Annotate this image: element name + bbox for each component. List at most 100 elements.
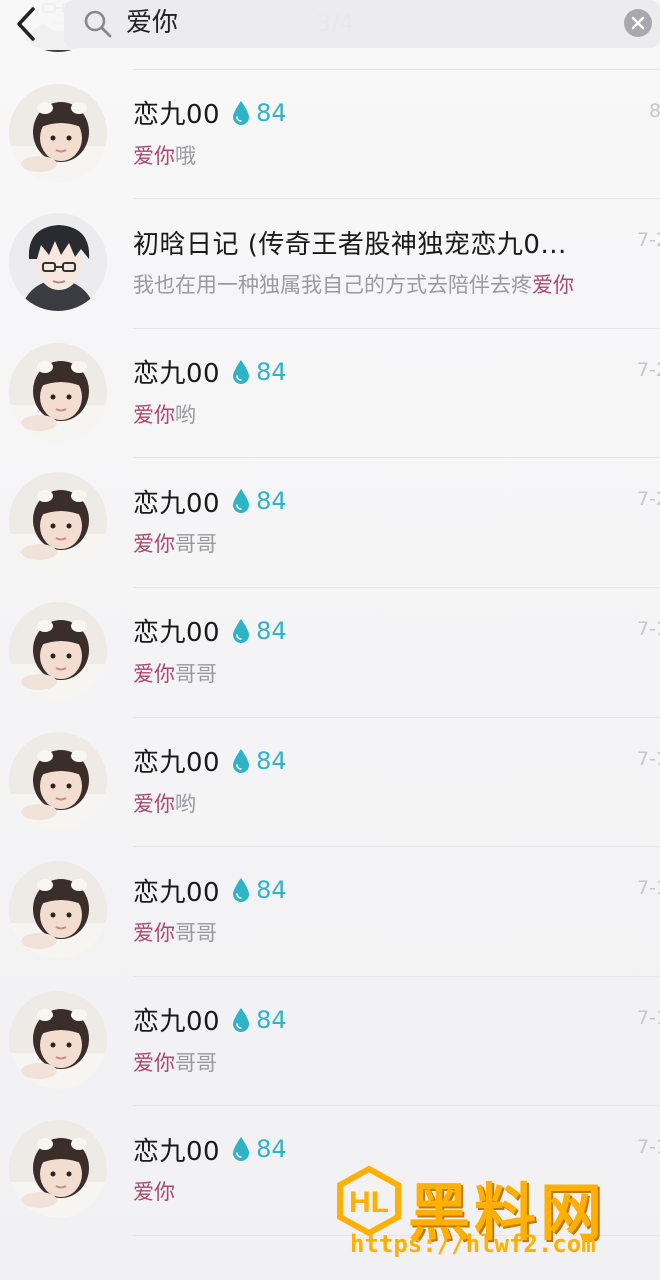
snippet-highlight: 爱你 [133,1180,175,1205]
streak-count: 84 [256,1005,287,1034]
snippet-suffix: 哥哥 [175,921,217,946]
snippet-highlight: 爱你 [133,402,175,427]
message-snippet: 爱你哦 [133,140,196,170]
message-snippet: 爱你 [133,1176,175,1206]
water-drop-icon [233,489,250,514]
message-time: 7-1 [636,877,660,900]
girl-photo-avatar-icon [9,472,107,571]
message-snippet: 爱你哟 [133,399,196,429]
snippet-suffix: 哟 [175,402,196,427]
avatar[interactable] [9,861,107,960]
snippet-suffix: 哥哥 [175,532,217,557]
conversation-row[interactable]: 初晗日记 (传奇王者股神独宠恋九0... 7-2 我也在用一种独属我自己的方式去… [0,199,660,329]
snippet-suffix: 哦 [175,143,196,168]
girl-photo-avatar-icon [9,601,107,700]
conversation-row[interactable]: 恋九00 84 7-1 爱你哥哥 [0,847,660,977]
search-icon [84,10,112,38]
contact-name: 恋九00 [133,1136,221,1167]
streak-count: 84 [256,487,287,516]
message-time: 7-2 [636,229,660,252]
message-snippet: 爱你哥哥 [133,658,217,688]
name-line: 恋九00 84 [133,1002,287,1038]
streak-count: 84 [256,357,287,386]
snippet-suffix: 哟 [175,791,196,816]
contact-name: 恋九00 [133,877,221,908]
water-drop-icon [233,618,250,643]
contact-name: 初晗日记 (传奇王者股神独宠恋九0... [133,229,567,260]
avatar[interactable] [9,1120,107,1219]
avatar[interactable] [9,990,107,1089]
chevron-left-icon [17,7,35,41]
message-snippet: 我也在用一种独属我自己的方式去陪伴去疼爱你 [133,269,574,299]
contact-name: 恋九00 [133,488,221,519]
contact-name: 恋九00 [133,1007,221,1038]
girl-photo-avatar-icon [9,1120,107,1219]
conversation-row[interactable]: 恋九00 84 7-1 爱你哟 [0,718,660,848]
avatar[interactable] [9,213,107,312]
avatar[interactable] [9,601,107,700]
contact-name: 恋九00 [133,100,221,131]
snippet-highlight: 爱你 [133,791,175,816]
water-drop-icon [233,878,250,903]
message-time: 8- [649,99,660,122]
clear-search-button[interactable] [624,9,652,37]
streak-count: 84 [256,616,287,645]
conversation-row[interactable]: 恋九00 84 7-1 爱你哥哥 [0,977,660,1107]
streak-count: 84 [256,876,287,905]
name-line: 恋九00 84 [133,872,287,908]
streak-count: 84 [256,1135,287,1164]
snippet-suffix: 哥哥 [175,661,217,686]
name-line: 恋九00 84 [133,743,287,779]
streak-count: 84 [256,98,287,127]
search-results-list: 初晗日记 (传奇王者股神独宠恋九... [分享视频]...爱你，你会怎么办?”#… [0,0,660,1236]
snippet-highlight: 爱你 [133,143,175,168]
message-snippet: 爱你哥哥 [133,1047,217,1077]
avatar[interactable] [9,731,107,830]
girl-photo-avatar-icon [9,990,107,1089]
watermark: HL 黑料网 https://hlwf2.com [330,1160,660,1270]
watermark-url: https://hlwf2.com [350,1230,596,1258]
conversation-row[interactable]: 恋九00 84 7-2 爱你哟 [0,329,660,459]
message-time: 7-1 [636,1006,660,1029]
water-drop-icon [233,748,250,773]
message-time: 7-2 [636,488,660,511]
name-line: 恋九00 84 [133,95,287,131]
water-drop-icon [233,1137,250,1162]
name-line: 恋九00 84 [133,354,287,390]
match-counter: 3/4 [316,9,355,37]
name-line: 恋九00 84 [133,483,287,519]
message-time: 7-2 [636,358,660,381]
message-time: 7-1 [636,1136,660,1159]
snippet-prefix: 我也在用一种独属我自己的方式去陪伴去疼 [133,273,532,298]
back-button[interactable] [4,2,50,46]
name-line: 恋九00 84 [133,1131,287,1167]
snippet-highlight: 爱你 [133,921,175,946]
girl-photo-avatar-icon [9,861,107,960]
watermark-logo-icon: HL [337,1166,401,1236]
snippet-highlight: 爱你 [532,273,574,298]
search-input[interactable]: 爱你 3/4 [64,0,660,48]
message-snippet: 爱你哟 [133,788,196,818]
streak-count: 84 [256,746,287,775]
name-line: 恋九00 84 [133,613,287,649]
chat-search-results-screen: 爱你 3/4 初晗日记 (传奇王者股神独宠恋九... [分享视频]...爱你，你… [0,0,660,1280]
conversation-row[interactable]: 恋九00 84 7-2 爱你哥哥 [0,458,660,588]
contact-name: 恋九00 [133,359,221,390]
conversation-row[interactable]: 恋九00 84 8- 爱你哦 [0,70,660,200]
svg-text:HL: HL [349,1186,389,1219]
avatar[interactable] [9,342,107,441]
avatar[interactable] [9,472,107,571]
anime-boy-avatar-icon [9,213,107,312]
message-time: 7-1 [636,747,660,770]
snippet-highlight: 爱你 [133,1050,175,1075]
conversation-row[interactable]: 恋九00 84 7-1 爱你哥哥 [0,588,660,718]
snippet-highlight: 爱你 [133,661,175,686]
clear-circle-icon [631,16,645,30]
water-drop-icon [233,359,250,384]
girl-photo-avatar-icon [9,342,107,441]
snippet-highlight: 爱你 [133,532,175,557]
message-snippet: 爱你哥哥 [133,917,217,947]
name-line: 初晗日记 (传奇王者股神独宠恋九0... [133,224,567,260]
snippet-suffix: 哥哥 [175,1050,217,1075]
avatar[interactable] [9,83,107,182]
